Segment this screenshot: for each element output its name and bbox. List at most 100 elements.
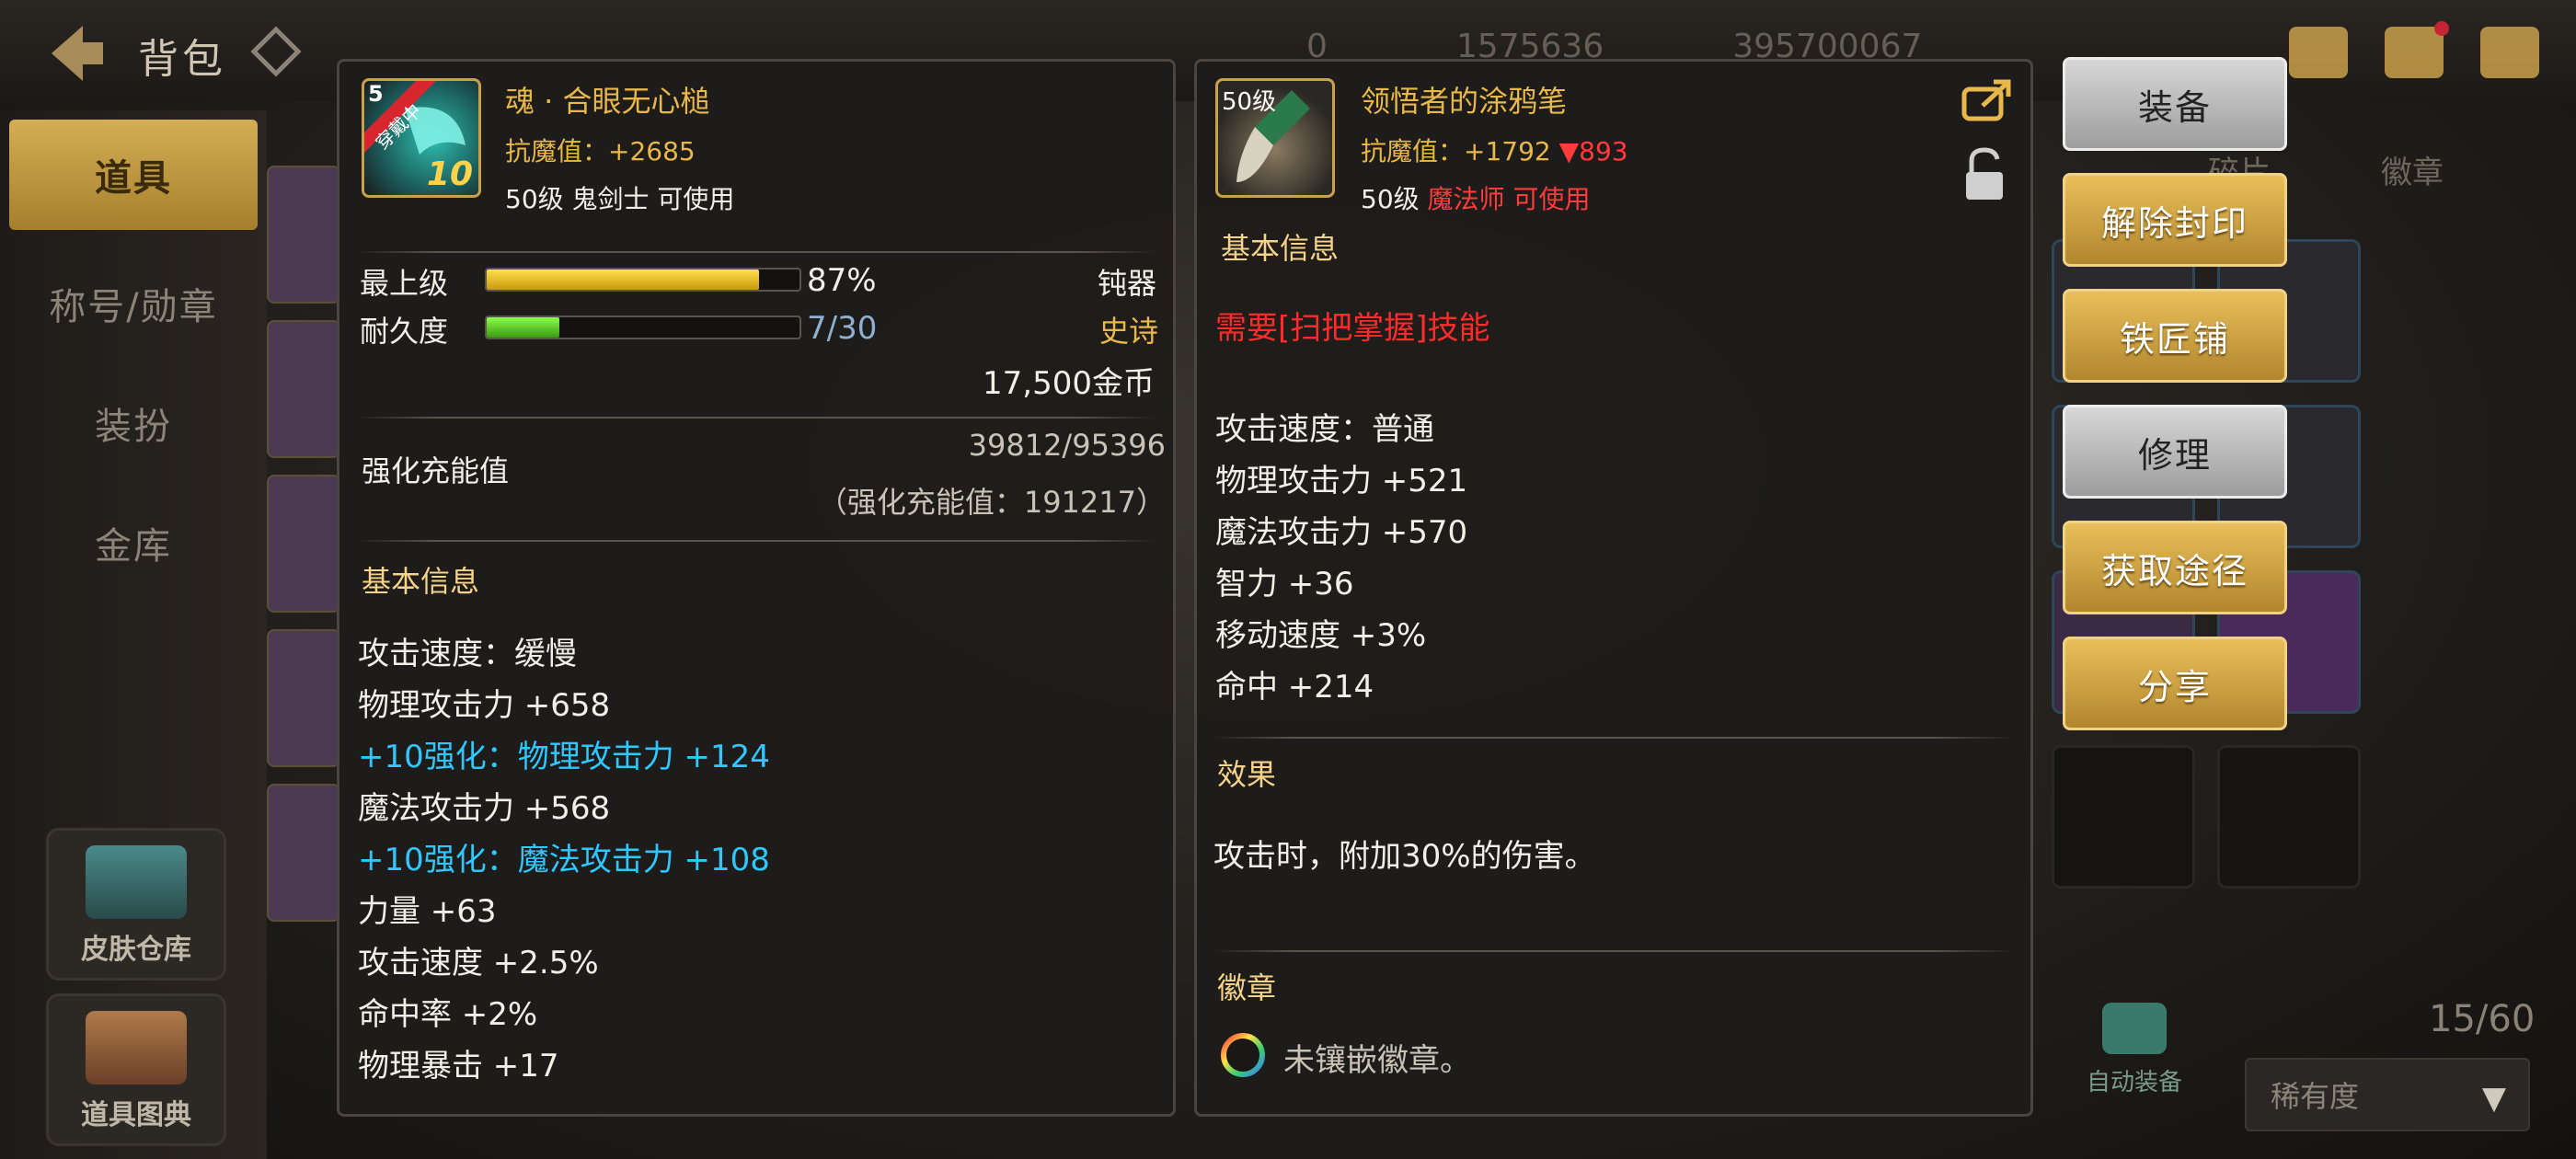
item-type: 钝器: [1098, 266, 1157, 301]
stat-line: 攻击速度：缓慢: [358, 636, 577, 672]
sort-label: 稀有度: [2271, 1079, 2360, 1114]
stat-line: 攻击速度：普通: [1215, 411, 1434, 448]
top-right-icons: [2289, 20, 2539, 85]
diamond-icon[interactable]: [248, 24, 304, 79]
grade-percent: 87%: [807, 262, 877, 299]
source-button[interactable]: 获取途径: [2063, 521, 2287, 614]
repair-button[interactable]: 修理: [2063, 405, 2287, 499]
shirt-icon: [2102, 1003, 2167, 1054]
inventory-slot[interactable]: [267, 166, 340, 304]
equipped-item-panel: 5 穿戴中 10 魂 · 合眼无心槌 抗魔值：+2685 50级 鬼剑士 可使用…: [337, 59, 1176, 1117]
blacksmith-button[interactable]: 铁匠铺: [2063, 289, 2287, 383]
requirement: 50级 鬼剑士 可使用: [505, 184, 735, 214]
stat-line-enhance: +10强化：物理攻击力 +124: [358, 739, 770, 775]
divider: [356, 251, 1156, 253]
inventory-slot[interactable]: [267, 784, 340, 922]
stat-line: 命中 +214: [1215, 669, 1374, 706]
equip-button[interactable]: 装备: [2063, 57, 2287, 151]
menu-item-items[interactable]: 道具: [9, 120, 258, 230]
stat-line: 物理攻击力 +658: [358, 687, 611, 724]
skin-storage-button[interactable]: 皮肤仓库: [46, 828, 226, 981]
durability-bar-fill: [487, 317, 560, 338]
effect-title: 效果: [1217, 757, 1277, 792]
item-dictionary-button[interactable]: 道具图典: [46, 993, 226, 1146]
durability-bar: [485, 316, 801, 339]
charge-label: 强化充能值: [362, 453, 510, 488]
stat-line: 物理攻击力 +521: [1215, 463, 1468, 499]
stat-line: 攻击速度 +2.5%: [358, 945, 599, 981]
stat-line: 魔法攻击力 +570: [1215, 514, 1468, 551]
basic-info-title: 基本信息: [1221, 231, 1340, 266]
item-name: 领悟者的涂鸦笔: [1361, 84, 1568, 119]
item-icon[interactable]: 50级: [1215, 78, 1335, 198]
share-icon[interactable]: [1961, 78, 2012, 124]
menu-item-avatar[interactable]: 装扮: [9, 368, 258, 478]
stat-line: 命中率 +2%: [358, 996, 538, 1033]
stat-line: 魔法攻击力 +568: [358, 790, 611, 827]
item-dictionary-icon: [86, 1011, 187, 1084]
skin-storage-label: 皮肤仓库: [81, 934, 191, 966]
stat-line: 移动速度 +3%: [1215, 617, 1427, 654]
requirement: 50级 魔法师 可使用: [1361, 179, 1590, 216]
stat-line: 力量 +63: [358, 893, 497, 930]
lock-icon[interactable]: [1964, 146, 2005, 201]
level-badge: 50级: [1222, 88, 1277, 116]
skin-storage-icon: [86, 845, 187, 919]
auto-equip-label: 自动装备: [2086, 1069, 2182, 1096]
stat-line: 物理暴击 +17: [358, 1048, 559, 1084]
chat-icon[interactable]: [2480, 27, 2539, 78]
emblem-title: 徽章: [1217, 970, 1277, 1005]
inventory-column: [267, 166, 340, 938]
inventory-count: 15/60: [2429, 998, 2536, 1040]
antimagic-value: 抗魔值：+1792: [1361, 136, 1551, 166]
unseal-button[interactable]: 解除封印: [2063, 173, 2287, 267]
basic-info-title: 基本信息: [362, 564, 480, 599]
left-menu: 道具 称号/勋章 装扮 金库 皮肤仓库 道具图典: [0, 110, 267, 1159]
price: 17,500金币: [983, 365, 1155, 402]
divider: [1213, 737, 2014, 739]
item-detail-panel: 50级 领悟者的涂鸦笔 抗魔值：+1792 ▼893 50级 魔法师 可使用 基…: [1194, 59, 2033, 1117]
equipped-item-icon[interactable]: 5 穿戴中 10: [362, 78, 481, 198]
share-button[interactable]: 分享: [2063, 637, 2287, 730]
enhance-level: 10: [426, 155, 473, 193]
inventory-slot[interactable]: [267, 320, 340, 458]
effect-text: 攻击时，附加30%的伤害。: [1213, 838, 1596, 875]
divider: [356, 417, 1156, 419]
auto-equip-button[interactable]: 自动装备: [2070, 1003, 2199, 1113]
stat-line: 智力 +36: [1215, 566, 1354, 602]
req-level: 50级: [1361, 184, 1420, 214]
grade-label: 最上级: [360, 266, 449, 301]
page-title: 背包: [138, 36, 226, 83]
inventory-slot-empty[interactable]: [2052, 745, 2195, 889]
divider: [1213, 950, 2014, 952]
emblem-slot-icon: [1219, 1031, 1267, 1079]
skill-requirement: 需要[扫把掌握]技能: [1215, 310, 1490, 347]
mail-icon[interactable]: [2385, 21, 2449, 78]
inventory-slot-empty[interactable]: [2217, 745, 2361, 889]
cart-icon[interactable]: [2289, 27, 2348, 78]
emblem-text: 未镶嵌徽章。: [1283, 1042, 1471, 1079]
charge-value: 39812/95396: [968, 428, 1166, 463]
durability-value: 7/30: [807, 310, 878, 347]
antimagic-value: 抗魔值：+2685: [505, 136, 696, 166]
req-class: 魔法师 可使用: [1427, 184, 1591, 214]
grade-bar: [485, 268, 801, 292]
back-arrow-icon[interactable]: [37, 17, 110, 90]
rarity-label: 史诗: [1099, 314, 1159, 349]
stat-line-enhance: +10强化：魔法攻击力 +108: [358, 842, 770, 878]
durability-label: 耐久度: [360, 314, 449, 349]
inventory-slot[interactable]: [267, 475, 340, 613]
tab-emblems[interactable]: 徽章: [2381, 147, 2444, 192]
menu-item-titles[interactable]: 称号/勋章: [9, 248, 258, 359]
item-dictionary-label: 道具图典: [81, 1099, 191, 1131]
menu-item-vault[interactable]: 金库: [9, 488, 258, 598]
grade-bar-fill: [487, 270, 759, 290]
inventory-slot[interactable]: [267, 629, 340, 767]
item-name: 魂 · 合眼无心槌: [505, 84, 710, 119]
antimagic-row: 抗魔值：+1792 ▼893: [1361, 132, 1628, 168]
charge-total: （强化充能值：191217）: [817, 485, 1166, 520]
antimagic-diff: ▼893: [1558, 136, 1628, 166]
chevron-down-icon: ▼: [2481, 1080, 2506, 1117]
sort-select[interactable]: 稀有度 ▼: [2245, 1058, 2530, 1131]
divider: [356, 540, 1156, 542]
